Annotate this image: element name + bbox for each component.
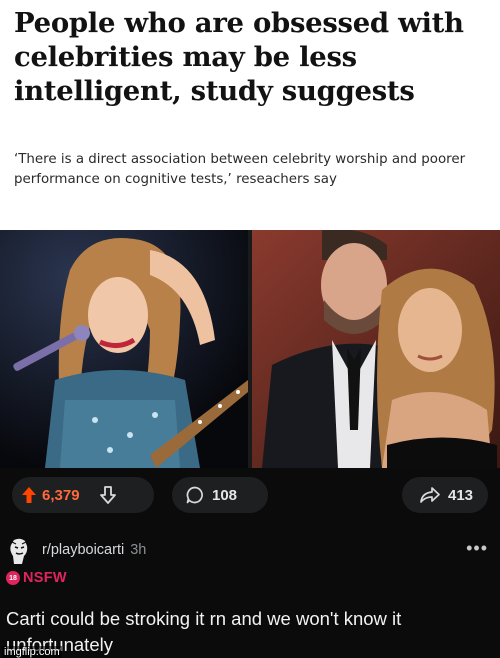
subreddit-avatar[interactable] <box>8 538 30 564</box>
subreddit-line: r/playboicarti 3h <box>42 542 146 558</box>
more-dots-icon[interactable]: ••• <box>466 538 488 559</box>
share-count: 413 <box>448 486 474 504</box>
post-action-bar: 6,379 108 413 <box>0 468 500 522</box>
comments-button[interactable]: 108 <box>172 477 268 513</box>
speech-bubble-icon <box>186 486 204 504</box>
share-arrow-icon <box>420 487 440 503</box>
article-header: People who are obsessed with celebrities… <box>0 0 500 230</box>
downvote-icon[interactable] <box>99 486 116 504</box>
article-standfirst: ‘There is a direct association between c… <box>14 152 466 187</box>
concert-photo <box>0 230 248 468</box>
post-age: 3h <box>130 542 147 558</box>
vote-count: 6,379 <box>42 486 80 504</box>
share-button[interactable]: 413 <box>402 477 488 513</box>
comment-count: 108 <box>212 486 238 504</box>
article-photos <box>0 230 500 468</box>
upvote-icon[interactable] <box>22 487 36 503</box>
imgflip-watermark: imgflip.com <box>2 646 62 658</box>
red-carpet-photo <box>252 230 500 468</box>
nsfw-badge: 18 NSFW <box>6 570 67 586</box>
comment-body: Carti could be stroking it rn and we won… <box>6 608 402 655</box>
subreddit-name[interactable]: r/playboicarti <box>42 542 124 558</box>
article-headline: People who are obsessed with celebrities… <box>14 7 464 107</box>
vote-pill: 6,379 <box>12 477 154 513</box>
nsfw-18-icon: 18 <box>6 571 20 585</box>
nsfw-label: NSFW <box>23 570 67 586</box>
comment-section: r/playboicarti 3h ••• 18 NSFW Carti could… <box>0 522 500 658</box>
